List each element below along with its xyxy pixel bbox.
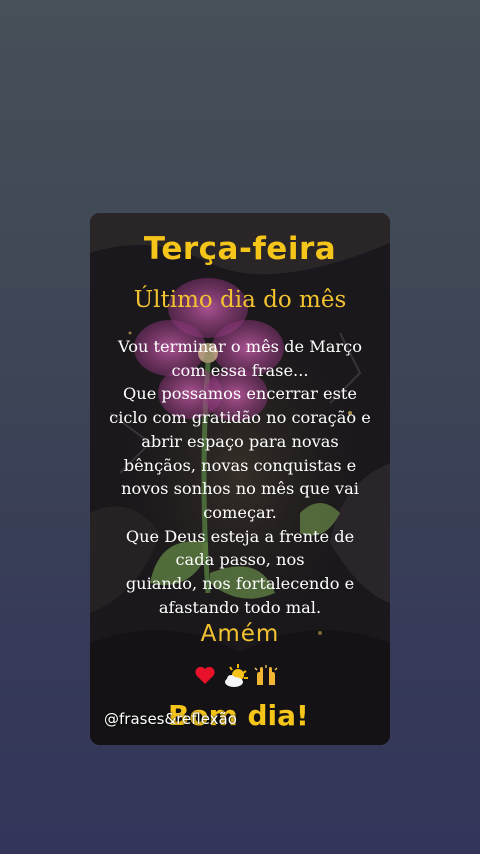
post-subtitle: Último dia do mês — [133, 287, 347, 313]
message-line: começar. — [203, 502, 277, 522]
sun-behind-cloud-icon — [223, 663, 249, 689]
post-card: Terça-feira Último dia do mês Vou termin… — [90, 213, 390, 745]
message-line: novos sonhos no mês que vai — [121, 479, 359, 499]
post-title: Terça-feira — [143, 231, 337, 267]
heart-icon — [193, 663, 219, 689]
post-message: Vou terminar o mês de Março com essa fra… — [96, 335, 384, 619]
message-line: com essa frase... — [171, 360, 309, 380]
message-line: Vou terminar o mês de Março — [118, 337, 362, 356]
message-line: abrir espaço para novas — [141, 431, 339, 451]
message-line: cada passo, nos — [175, 550, 305, 570]
message-line: ciclo com gratidão no coração e — [109, 408, 371, 428]
emoji-row — [193, 663, 293, 691]
message-line: Que possamos encerrar este — [123, 384, 357, 404]
message-line: Que Deus esteja a frente de — [125, 526, 355, 546]
raised-hands-icon — [253, 663, 279, 689]
closing-word: Amém — [200, 621, 280, 647]
message-line: guiando, nos fortalecendo e — [125, 574, 355, 594]
message-line: bênçãos, novas conquistas e — [123, 455, 357, 475]
watermark-handle: @frases&reflexão — [104, 710, 237, 728]
message-line: afastando todo mal. — [158, 597, 322, 617]
